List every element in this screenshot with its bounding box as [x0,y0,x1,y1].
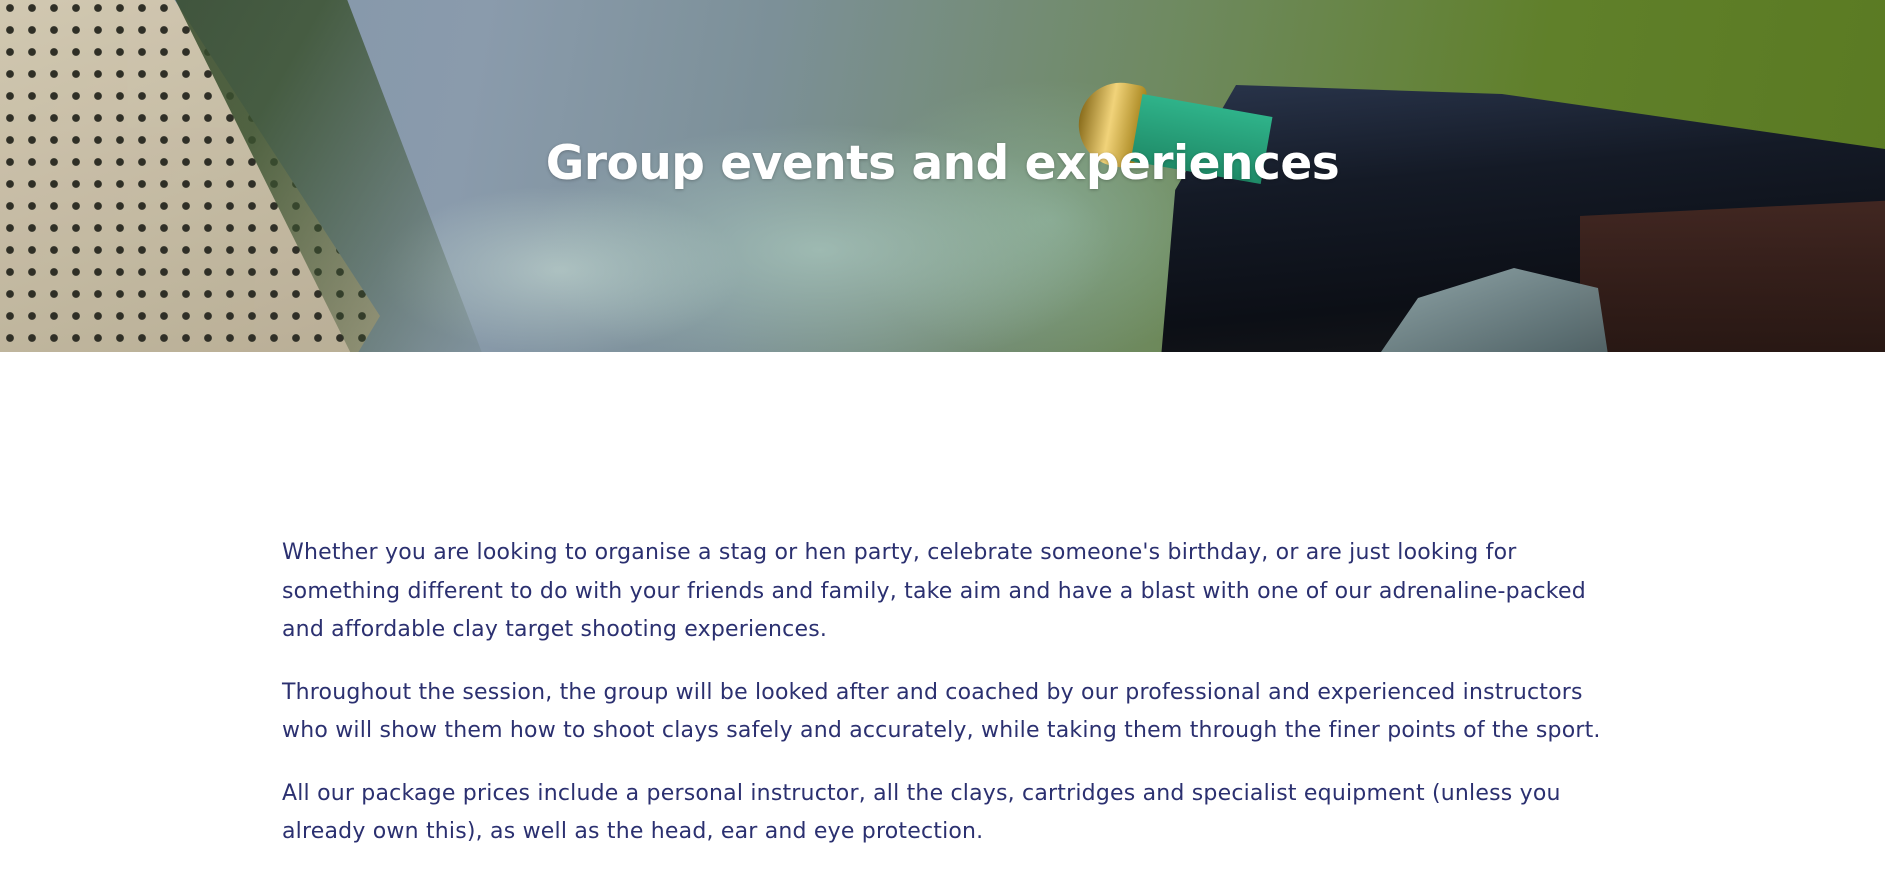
intro-paragraph-3: All our package prices include a persona… [282,780,1561,845]
hero-shotgun-stock [1580,200,1885,352]
intro-paragraph-2: Throughout the session, the group will b… [282,679,1601,744]
intro-content: Whether you are looking to organise a st… [282,534,1612,876]
intro-paragraph-1: Whether you are looking to organise a st… [282,540,1586,642]
page-title: Group events and experiences [545,136,1340,191]
hero-banner: Group events and experiences [0,0,1885,352]
